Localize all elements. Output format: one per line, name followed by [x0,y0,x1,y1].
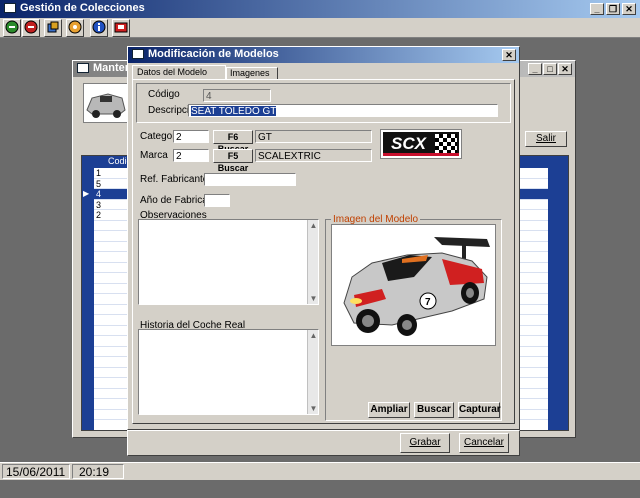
table-cell-codigo: 2 [96,210,102,220]
dialog-title: Modificación de Modelos [148,48,279,60]
checkered-flag-icon [435,134,457,154]
codigo-label: Código [148,89,180,100]
salir-button[interactable]: Salir [525,131,567,147]
codigo-field[interactable]: 4 [203,89,271,102]
scroll-up-icon[interactable]: ▲ [308,220,318,231]
marca-code-field[interactable]: 2 [173,149,209,162]
categoria-name-field: GT [255,130,372,143]
app-titlebar: Gestión de Colecciones ✕ ❐ _ [0,0,640,18]
dialog-icon [132,49,144,60]
cancelar-label: Cancelar [463,437,505,448]
grabar-button[interactable]: Grabar [400,433,450,453]
tab-datos-del-modelo[interactable]: Datos del Modelo [132,65,226,79]
window-icon [77,63,89,74]
scroll-down-icon[interactable]: ▼ [308,403,318,414]
tab-datos-label: Datos del Modelo [137,67,208,77]
buscar-image-button[interactable]: Buscar [414,402,454,418]
app-close-button[interactable]: ✕ [622,3,636,15]
bg-close-button[interactable]: ✕ [558,63,572,75]
modificacion-dialog: Modificación de Modelos ✕ Datos del Mode… [127,46,520,430]
statusbar: 15/06/2011 20:19 [0,462,640,480]
info-icon [92,20,106,34]
exit-icon [5,20,19,34]
car-number: 7 [425,297,431,308]
ref-fabricante-label: Ref. Fabricante [140,174,209,185]
brand-logo-text: SCX [391,134,426,153]
printer-button[interactable] [112,19,130,37]
thumbnail-image [83,83,129,123]
exit-button[interactable] [3,19,21,37]
car-image: 7 [343,237,490,336]
scroll-down-icon[interactable]: ▼ [308,293,318,304]
table-cell-codigo: 5 [96,178,102,189]
descripcion-field[interactable]: SEAT TOLEDO GT [188,104,498,117]
brand-logo: SCX [380,129,462,159]
grid-right-strip [548,168,568,430]
dialog-close-button[interactable]: ✕ [502,49,516,61]
categoria-buscar-button[interactable]: F6 Buscar [213,130,253,154]
calendar-button[interactable] [66,19,84,37]
observaciones-scrollbar[interactable]: ▲ ▼ [307,220,318,304]
dialog-titlebar: Modificación de Modelos ✕ [128,47,519,63]
scroll-up-icon[interactable]: ▲ [308,330,318,341]
grid-row-indicator-column [82,168,94,430]
historia-textarea[interactable]: ▲ ▼ [138,329,319,415]
status-date: 15/06/2011 [2,464,70,479]
cancelar-button[interactable]: Cancelar [459,433,509,453]
cube-button[interactable] [44,19,62,37]
dialog-footer: Grabar Cancelar [127,430,520,456]
ref-fabricante-field[interactable] [204,173,296,186]
bg-maximize-button[interactable]: □ [543,63,557,75]
model-image: 7 [331,224,496,346]
observaciones-textarea[interactable]: ▲ ▼ [138,219,319,305]
status-time: 20:19 [72,464,124,479]
tab-imagenes[interactable]: Imagenes [226,67,278,79]
current-row-arrow-icon: ▶ [83,189,90,198]
descripcion-value: SEAT TOLEDO GT [191,106,277,117]
anio-fabricacion-field[interactable] [204,194,230,207]
marca-buscar-button[interactable]: F5 Buscar [213,149,253,173]
calendar-icon [68,20,82,34]
marca-label: Marca [140,150,168,161]
marca-name-field: SCALEXTRIC [255,149,372,162]
codigo-group [136,83,511,123]
toolbar [0,18,640,38]
tab-imagenes-label: Imagenes [230,68,270,78]
stop-icon [24,20,38,34]
app-icon [4,3,16,14]
info-button[interactable] [90,19,108,37]
printer-icon [114,22,128,33]
bg-minimize-button[interactable]: _ [528,63,542,75]
historia-scrollbar[interactable]: ▲ ▼ [307,330,318,414]
cube-icon [47,21,59,33]
stop-button[interactable] [22,19,40,37]
salir-label: Salir [535,133,556,144]
app-minimize-button[interactable]: _ [590,3,604,15]
capturar-button[interactable]: Capturar [458,402,501,418]
ampliar-button[interactable]: Ampliar [368,402,410,418]
table-cell-codigo: 4 [96,189,102,199]
categoria-code-field[interactable]: 2 [173,130,209,143]
table-cell-codigo: 1 [96,168,102,178]
table-cell-codigo: 3 [96,199,102,210]
app-restore-button[interactable]: ❐ [606,3,620,15]
grabar-label: Grabar [409,437,441,448]
app-title: Gestión de Colecciones [20,2,145,14]
